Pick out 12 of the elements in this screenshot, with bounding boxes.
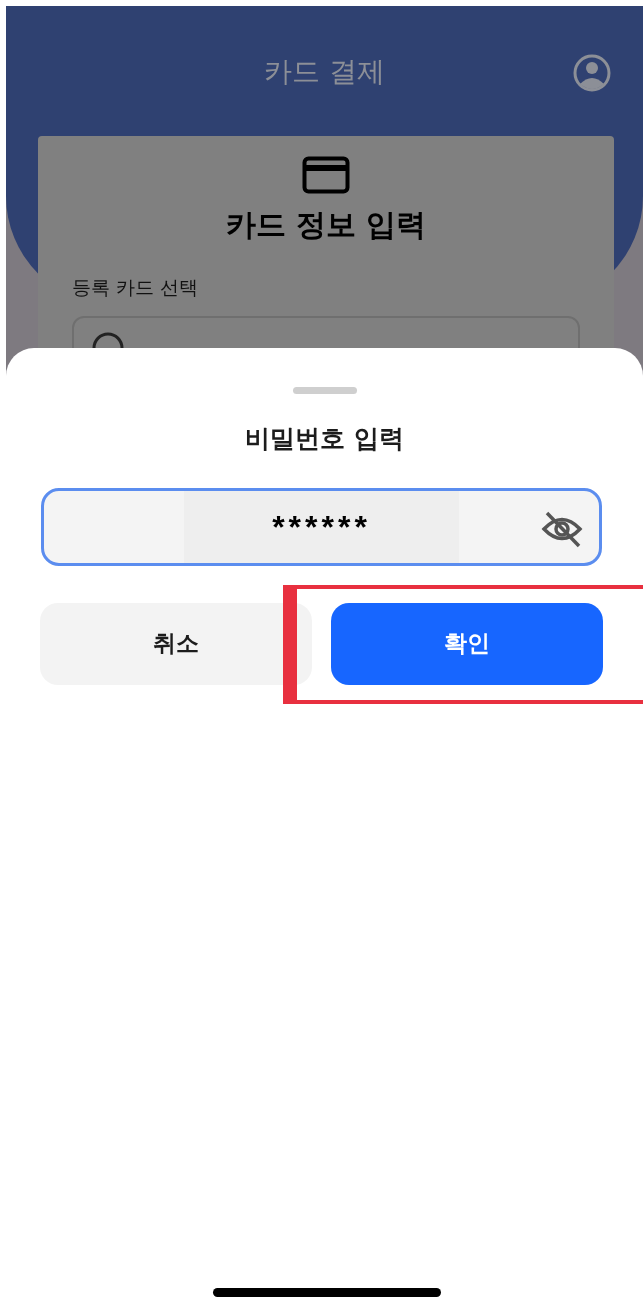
eye-off-icon[interactable] [541,509,583,548]
sheet-title: 비밀번호 입력 [245,423,404,455]
confirm-button[interactable]: 확인 [331,602,603,685]
drag-handle[interactable] [292,387,357,394]
field-label: 등록 카드 선택 [72,275,200,300]
screen-title: 카드 결제 [264,54,385,90]
password-value: ****** [184,490,459,563]
password-field[interactable]: ****** [41,487,602,566]
form-title: 카드 정보 입력 [225,206,427,244]
credit-card-icon [302,156,350,194]
profile-icon[interactable] [573,54,611,92]
cancel-button[interactable]: 취소 [40,602,312,685]
